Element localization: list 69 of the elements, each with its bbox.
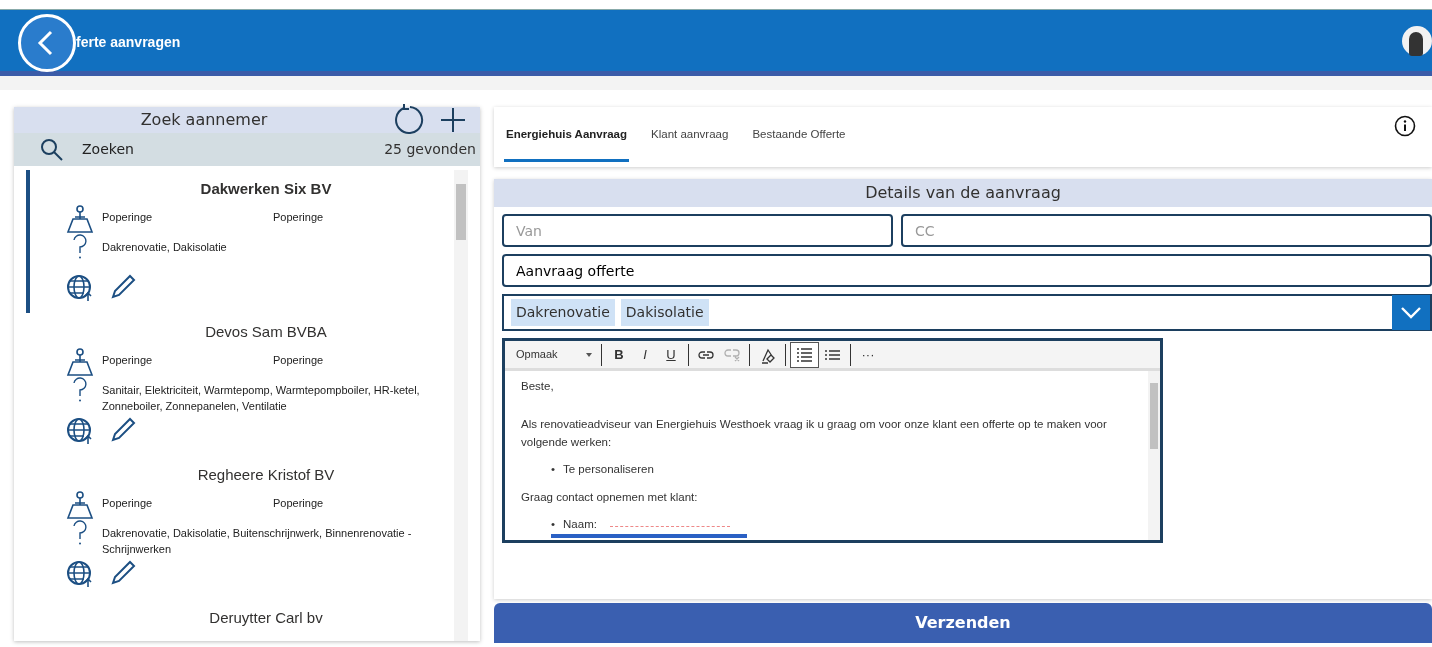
tab[interactable]: Bestaande Offerte bbox=[750, 112, 848, 162]
services-text: Dakrenovatie, Dakisolatie bbox=[102, 239, 228, 255]
list-item: Te personaliseren bbox=[563, 462, 654, 477]
contractor-card[interactable]: Devos Sam BVBA Poperinge Poperinge Sanitair, Elektriciteit, Warmtepomp, Warmtepompboiler, HR-ketel, Zonneboiler, Zonnepanelen, Ventilatie bbox=[26, 313, 454, 456]
location-pin-icon bbox=[66, 490, 94, 519]
city-text: Poperinge bbox=[273, 209, 324, 225]
city-text: Poperinge bbox=[102, 209, 154, 225]
pencil-icon[interactable] bbox=[110, 560, 136, 586]
subject-field[interactable]: Aanvraag offerte bbox=[502, 254, 1432, 287]
result-count: 25 gevonden bbox=[384, 140, 476, 159]
city-text: Poperinge bbox=[102, 352, 154, 368]
toolbar-button[interactable]: I bbox=[632, 341, 658, 368]
globe-icon[interactable] bbox=[66, 560, 94, 588]
tab[interactable]: Klant aanvraag bbox=[649, 112, 731, 162]
refresh-icon[interactable] bbox=[394, 104, 426, 136]
location-pin-icon bbox=[66, 347, 94, 376]
scrollbar[interactable] bbox=[1148, 371, 1160, 540]
tab[interactable]: Energiehuis Aanvraag bbox=[504, 112, 629, 162]
toolbar-button[interactable]: B bbox=[606, 341, 632, 368]
toolbar-button[interactable]: U bbox=[658, 341, 684, 368]
page-title: ferte aanvragen bbox=[76, 33, 181, 52]
submit-button[interactable]: Verzenden bbox=[494, 603, 1432, 643]
caret-down-icon bbox=[586, 352, 592, 357]
company-name: Regheere Kristof BV bbox=[196, 465, 336, 485]
paragraph: Als renovatieadviseur van Energiehuis Westhoek vraag ik u graag om voor onze klant een offerte op te maken voor volgende werken: bbox=[521, 417, 1108, 450]
search-icon bbox=[40, 137, 64, 162]
tag-chip[interactable]: Dakrenovatie bbox=[511, 299, 615, 326]
info-icon[interactable] bbox=[1394, 115, 1416, 137]
pencil-icon[interactable] bbox=[110, 274, 136, 300]
toolbar-button[interactable]: ··· bbox=[855, 341, 881, 368]
contractor-card[interactable]: Regheere Kristof BV Poperinge Poperinge Dakrenovatie, Dakisolatie, Buitenschrijnwerk, Binnenrenovatie - Schrijnwerken bbox=[26, 456, 454, 599]
location-pin-icon bbox=[66, 204, 94, 233]
rich-text-editor[interactable] bbox=[502, 338, 1163, 543]
link-icon bbox=[698, 351, 714, 360]
back-button[interactable] bbox=[18, 14, 76, 72]
panel-title: Zoek aannemer bbox=[140, 109, 268, 131]
globe-icon[interactable] bbox=[66, 417, 94, 445]
bullet-list-icon bbox=[824, 350, 841, 361]
pencil-icon[interactable] bbox=[110, 417, 136, 443]
city-text: Poperinge bbox=[273, 352, 324, 368]
city-text: Poperinge bbox=[102, 495, 154, 511]
cc-field[interactable]: CC bbox=[901, 214, 1432, 247]
user-avatar[interactable] bbox=[1402, 26, 1432, 56]
list-item: Naam: bbox=[563, 517, 597, 532]
tag-chip[interactable]: Dakisolatie bbox=[620, 299, 709, 326]
company-name: Dakwerken Six BV bbox=[199, 179, 333, 199]
bullet: • bbox=[551, 462, 556, 477]
card-title: Details van de aanvraag bbox=[494, 179, 1432, 207]
bullet: • bbox=[551, 517, 556, 532]
from-field[interactable]: Van bbox=[502, 214, 893, 247]
paragraph: Graag contact opnemen met klant: bbox=[521, 490, 699, 505]
contractor-card[interactable]: Deruytter Carl bv bbox=[26, 599, 454, 641]
company-name: Devos Sam BVBA bbox=[204, 322, 328, 342]
city-text: Poperinge bbox=[273, 495, 324, 511]
globe-icon[interactable] bbox=[66, 274, 94, 302]
services-text: Sanitair, Elektriciteit, Warmtepomp, Warmtepompboiler, HR-ketel, Zonneboiler, Zonnepanelen, Ventilatie bbox=[102, 382, 421, 414]
company-name: Deruytter Carl bv bbox=[208, 608, 324, 628]
toolbar-button[interactable] bbox=[790, 341, 819, 368]
format-dropdown[interactable]: Opmaak bbox=[511, 341, 597, 368]
paragraph: Beste, bbox=[521, 379, 555, 394]
unlink-icon bbox=[724, 348, 740, 362]
chevron-down-icon bbox=[1401, 306, 1421, 319]
plus-icon[interactable] bbox=[440, 107, 466, 133]
search-bar[interactable]: Zoeken 25 gevonden bbox=[14, 133, 480, 166]
list-icon bbox=[796, 348, 813, 363]
services-dropdown[interactable]: Dakrenovatie Dakisolatie bbox=[502, 294, 1432, 331]
scrollbar[interactable] bbox=[454, 170, 468, 641]
services-text: Dakrenovatie, Dakisolatie, Buitenschrijnwerk, Binnenrenovatie - Schrijnwerken bbox=[102, 525, 413, 557]
search-field[interactable]: Zoeken bbox=[64, 138, 385, 161]
